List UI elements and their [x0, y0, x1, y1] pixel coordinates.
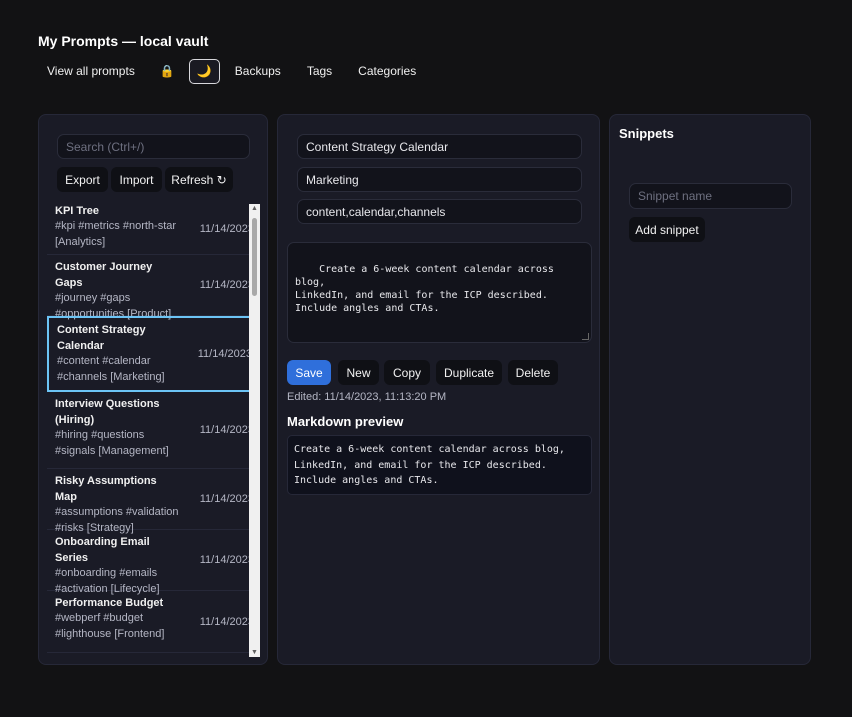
list-scrollbar[interactable]: ▲ ▼	[249, 204, 260, 657]
import-button[interactable]: Import	[111, 167, 162, 192]
prompt-name: Risky Assumptions Map	[55, 475, 157, 503]
list-item[interactable]: Performance Budget #webperf #budget #lig…	[47, 591, 260, 653]
prompt-name: Performance Budget	[55, 597, 164, 609]
prompt-date: 11/14/2023	[199, 615, 254, 628]
prompt-tags: #hiring #questions #signals [Management]	[55, 429, 169, 457]
moon-icon: 🌙	[196, 64, 212, 78]
list-item[interactable]: KPI Tree #kpi #metrics #north-star [Anal…	[47, 203, 260, 255]
title-field[interactable]: Content Strategy Calendar	[297, 134, 582, 159]
app-title: My Prompts — local vault	[38, 33, 209, 49]
prompt-name: Onboarding Email Series	[55, 536, 150, 564]
refresh-button[interactable]: Refresh ↻	[165, 167, 233, 192]
scroll-down-icon[interactable]: ▼	[251, 649, 258, 656]
delete-button[interactable]: Delete	[508, 360, 558, 385]
prompt-date: 11/14/2023	[199, 554, 254, 566]
save-button[interactable]: Save	[287, 360, 331, 385]
prompt-name: Interview Questions (Hiring)	[55, 398, 160, 426]
prompt-date: 11/14/2023	[199, 279, 254, 291]
prompt-body-textarea[interactable]: Create a 6-week content calendar across …	[287, 242, 592, 343]
resize-handle-icon[interactable]	[582, 333, 589, 340]
prompt-name: Content Strategy Calendar	[57, 324, 146, 352]
list-item[interactable]: Onboarding Email Series #onboarding #ema…	[47, 530, 260, 595]
prompt-tags: #kpi #metrics #north-star [Analytics]	[55, 220, 177, 248]
prompt-list-panel: Search (Ctrl+/) Export Import Refresh ↻ …	[38, 114, 268, 665]
export-button[interactable]: Export	[57, 167, 108, 192]
prompt-date: 11/14/2023	[197, 348, 252, 360]
edited-timestamp: Edited: 11/14/2023, 11:13:20 PM	[287, 391, 447, 403]
top-nav: View all prompts 🔒 🌙 Backups Tags Catego…	[38, 58, 425, 84]
scroll-up-icon[interactable]: ▲	[251, 205, 258, 212]
snippets-heading: Snippets	[619, 126, 674, 141]
prompt-list[interactable]: KPI Tree #kpi #metrics #north-star [Anal…	[47, 203, 260, 658]
list-item-selected[interactable]: Content Strategy Calendar #content #cale…	[47, 316, 260, 392]
list-item[interactable]: Interview Questions (Hiring) #hiring #qu…	[47, 392, 260, 469]
nav-categories[interactable]: Categories	[341, 64, 425, 78]
prompt-tags: #webperf #budget #lighthouse [Frontend]	[55, 612, 165, 640]
prompt-date: 11/14/2023	[199, 222, 254, 235]
prompt-name: KPI Tree	[55, 205, 100, 217]
prompt-name: Customer Journey Gaps	[55, 261, 153, 289]
prompt-body-text: Create a 6-week content calendar across …	[295, 264, 554, 314]
editor-panel: Content Strategy Calendar Marketing cont…	[277, 114, 600, 665]
list-item[interactable]: Customer Journey Gaps #journey #gaps #op…	[47, 255, 260, 320]
copy-button[interactable]: Copy	[384, 360, 430, 385]
list-item[interactable]: Risky Assumptions Map #assumptions #vali…	[47, 469, 260, 534]
tags-field[interactable]: content,calendar,channels	[297, 199, 582, 224]
duplicate-button[interactable]: Duplicate	[436, 360, 502, 385]
snippets-panel: Snippets Snippet name Add snippet	[609, 114, 811, 665]
lock-icon[interactable]: 🔒	[144, 64, 183, 78]
prompt-tags: #content #calendar #channels [Marketing]	[57, 355, 165, 383]
scroll-thumb[interactable]	[252, 218, 257, 296]
search-input[interactable]: Search (Ctrl+/)	[57, 134, 250, 159]
prompt-date: 11/14/2023	[199, 493, 254, 505]
preview-heading: Markdown preview	[287, 414, 404, 429]
markdown-preview: Create a 6-week content calendar across …	[287, 435, 592, 495]
new-button[interactable]: New	[338, 360, 379, 385]
prompt-date: 11/14/2023	[199, 424, 254, 436]
theme-toggle-button[interactable]: 🌙	[188, 58, 220, 84]
nav-view-all-prompts[interactable]: View all prompts	[38, 64, 144, 78]
add-snippet-button[interactable]: Add snippet	[629, 217, 705, 242]
category-field[interactable]: Marketing	[297, 167, 582, 192]
snippet-name-input[interactable]: Snippet name	[629, 183, 792, 209]
nav-backups[interactable]: Backups	[226, 64, 290, 78]
nav-tags[interactable]: Tags	[290, 64, 341, 78]
